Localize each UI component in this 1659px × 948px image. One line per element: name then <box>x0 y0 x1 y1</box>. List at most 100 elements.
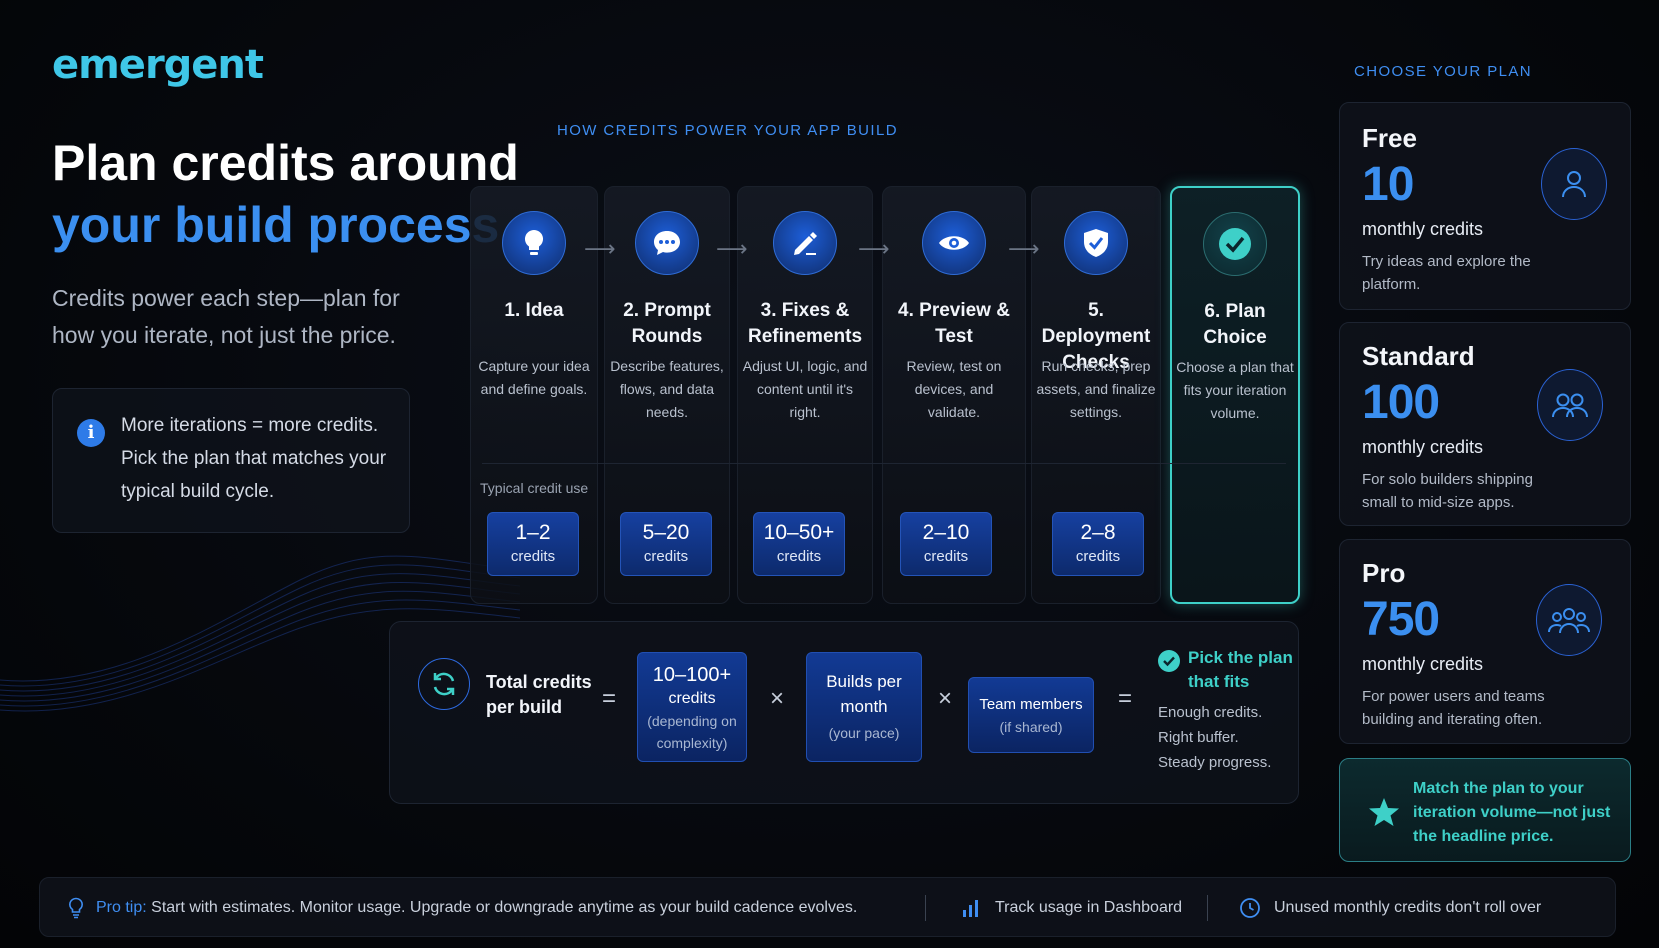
rollover-note: Unused monthly credits don't roll over <box>1274 899 1542 916</box>
step-title: 2. Prompt Rounds <box>623 300 711 347</box>
times-sign: × <box>938 685 953 712</box>
step-desc: Run checks, prep assets, and finalize se… <box>1036 358 1156 420</box>
match-text: Match the plan to your iteration volume—… <box>1413 780 1611 845</box>
plan-desc: Try ideas and explore the platform. <box>1362 253 1531 293</box>
plan-desc: For solo builders shipping small to mid-… <box>1362 471 1533 511</box>
credit-badge: 2–8 credits <box>1052 512 1144 576</box>
info-callout: i More iterations = more credits. Pick t… <box>52 388 410 533</box>
result-title: Pick the plan that fits <box>1188 648 1293 691</box>
divider <box>925 895 926 921</box>
credit-badge: 5–20 credits <box>620 512 712 576</box>
step-desc: Describe features, flows, and data needs… <box>610 358 724 420</box>
check-circle-icon <box>1158 650 1180 672</box>
plan-card-free[interactable]: Free 10 monthly credits Try ideas and ex… <box>1339 102 1631 310</box>
refresh-cycle-icon <box>418 658 470 710</box>
total-credits-label: Total credits per build <box>486 672 592 717</box>
pencil-icon <box>773 211 837 275</box>
formula-term-team: Team members (if shared) <box>968 677 1094 753</box>
arrow-right-icon: ⟶ <box>858 236 890 261</box>
credit-unit: credits <box>510 548 556 565</box>
credit-unit: credits <box>923 548 969 565</box>
page-subtitle: Credits power each step—plan for how you… <box>52 285 400 348</box>
credit-value: 5–20 <box>642 521 690 544</box>
steps-section-label: HOW CREDITS POWER YOUR APP BUILD <box>557 122 898 139</box>
credit-value: 10–50+ <box>763 521 835 544</box>
step-title: 6. Plan Choice <box>1203 301 1267 348</box>
bar-chart-icon <box>962 898 980 923</box>
step-title: 3. Fixes & Refinements <box>747 300 863 347</box>
plan-unit: monthly credits <box>1362 219 1484 239</box>
plan-card-standard[interactable]: Standard 100 monthly credits For solo bu… <box>1339 322 1631 526</box>
divider <box>1207 895 1208 921</box>
credit-unit: credits <box>1075 548 1121 565</box>
step-desc: Review, test on devices, and validate. <box>906 358 1002 420</box>
credit-unit: credits <box>776 548 822 565</box>
formula-term-credits: 10–100+ credits (depending on complexity… <box>637 652 747 762</box>
plan-match-tip: Match the plan to your iteration volume—… <box>1339 758 1631 862</box>
term-unit: credits <box>668 690 716 707</box>
protip-body: Start with estimates. Monitor usage. Upg… <box>151 899 858 916</box>
user-icon <box>1541 148 1607 220</box>
typical-credit-label: Typical credit use <box>480 480 589 496</box>
star-icon <box>1368 797 1400 832</box>
plan-desc: For power users and teams building and i… <box>1362 688 1545 728</box>
term-label: Team members <box>979 696 1083 713</box>
result-desc: Enough credits. Right buffer. Steady pro… <box>1158 704 1272 771</box>
step-title: 4. Preview & Test <box>898 300 1010 347</box>
credit-badge: 1–2 credits <box>487 512 579 576</box>
plans-section-label: CHOOSE YOUR PLAN <box>1354 63 1532 80</box>
term-note: (if shared) <box>999 719 1063 735</box>
eye-icon <box>922 211 986 275</box>
credit-unit: credits <box>643 548 689 565</box>
credit-formula: Total credits per build = 10–100+ credit… <box>389 621 1299 804</box>
plan-credits: 100 <box>1362 376 1440 429</box>
plan-card-pro[interactable]: Pro 750 monthly credits For power users … <box>1339 539 1631 744</box>
plan-credits: 10 <box>1362 158 1414 211</box>
term-note: (your pace) <box>828 725 900 741</box>
clock-icon <box>1239 897 1261 924</box>
protip-label: Pro tip: <box>96 899 147 916</box>
check-circle-icon <box>1203 212 1267 276</box>
step-title: 1. Idea <box>504 300 564 321</box>
track-usage-link[interactable]: Track usage in Dashboard <box>995 899 1182 917</box>
lightbulb-icon <box>68 897 84 924</box>
credit-badge: 10–50+ credits <box>753 512 845 576</box>
step-desc: Adjust UI, logic, and content until it's… <box>742 358 868 420</box>
title-line-1: Plan credits around <box>52 135 519 191</box>
info-icon: i <box>77 419 105 447</box>
step-desc: Capture your idea and define goals. <box>478 358 590 397</box>
plan-name: Free <box>1362 123 1417 153</box>
brand-logo: emergent <box>52 42 264 88</box>
arrow-right-icon: ⟶ <box>716 236 748 261</box>
credit-value: 2–8 <box>1080 521 1116 544</box>
term-label: Builds per month <box>826 672 902 716</box>
step-card-plan-choice: 6. Plan Choice Choose a plan that fits y… <box>1170 186 1300 604</box>
plan-unit: monthly credits <box>1362 437 1484 457</box>
credit-badge: 2–10 credits <box>900 512 992 576</box>
credit-value: 1–2 <box>515 521 551 544</box>
arrow-right-icon: ⟶ <box>1008 236 1040 261</box>
equals-sign: = <box>1118 685 1133 712</box>
term-value: 10–100+ <box>652 664 732 686</box>
divider <box>482 463 1286 464</box>
chat-bubble-icon <box>635 211 699 275</box>
footer-bar: Pro tip: Start with estimates. Monitor u… <box>39 877 1616 937</box>
shield-check-icon <box>1064 211 1128 275</box>
formula-term-builds: Builds per month (your pace) <box>806 652 922 762</box>
plan-name: Pro <box>1362 558 1406 588</box>
title-line-2: your build process <box>52 197 500 253</box>
arrow-right-icon: ⟶ <box>584 236 616 261</box>
info-text: More iterations = more credits. Pick the… <box>121 415 387 502</box>
credit-value: 2–10 <box>922 521 970 544</box>
two-users-icon <box>1537 369 1603 441</box>
page-title: Plan credits around your build process <box>52 132 519 256</box>
protip-text: Pro tip: Start with estimates. Monitor u… <box>96 899 857 917</box>
equals-sign: = <box>602 685 617 712</box>
step-desc: Choose a plan that fits your iteration v… <box>1176 359 1294 421</box>
plan-name: Standard <box>1362 341 1475 371</box>
team-icon <box>1536 584 1602 656</box>
lightbulb-icon <box>502 211 566 275</box>
plan-unit: monthly credits <box>1362 654 1484 674</box>
times-sign: × <box>770 685 785 712</box>
plan-credits: 750 <box>1362 593 1440 646</box>
